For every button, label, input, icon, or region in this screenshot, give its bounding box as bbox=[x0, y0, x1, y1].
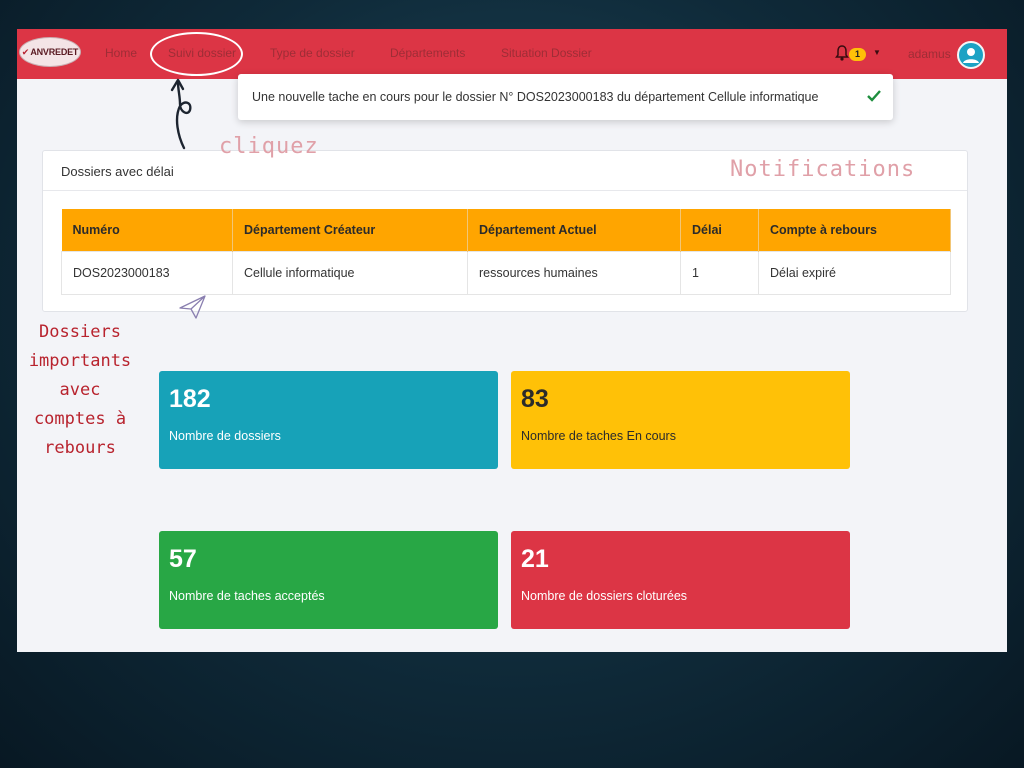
stat-value: 83 bbox=[521, 385, 549, 413]
paper-plane-icon bbox=[179, 295, 206, 319]
column-header-delai[interactable]: Délai bbox=[680, 209, 759, 251]
cell-departement-createur: Cellule informatique bbox=[232, 250, 468, 295]
stat-label: Nombre de taches En cours bbox=[521, 429, 676, 443]
stat-value: 182 bbox=[169, 385, 211, 413]
notification-toast[interactable]: Une nouvelle tache en cours pour le doss… bbox=[238, 74, 893, 120]
caret-down-icon[interactable]: ▼ bbox=[873, 48, 881, 57]
cell-numero: DOS2023000183 bbox=[61, 250, 233, 295]
stat-label: Nombre de dossiers bbox=[169, 429, 281, 443]
column-header-departement-createur[interactable]: Département Créateur bbox=[232, 209, 468, 251]
app-screen: ✔ ANVREDET Home Suivi dossier Type de do… bbox=[17, 29, 1007, 652]
stat-value: 21 bbox=[521, 545, 549, 573]
column-header-departement-actuel[interactable]: Département Actuel bbox=[467, 209, 681, 251]
stat-tile-taches-acceptes[interactable]: 57 Nombre de taches acceptés bbox=[159, 531, 498, 629]
notification-message: Une nouvelle tache en cours pour le doss… bbox=[252, 90, 819, 104]
nav-link-type-de-dossier[interactable]: Type de dossier bbox=[270, 46, 355, 60]
column-header-numero[interactable]: Numéro bbox=[61, 209, 233, 251]
hand-drawn-arrow-icon bbox=[170, 78, 192, 150]
highlight-ellipse bbox=[150, 32, 243, 76]
table-row[interactable]: DOS2023000183 Cellule informatique resso… bbox=[61, 250, 951, 295]
stat-label: Nombre de dossiers cloturées bbox=[521, 589, 688, 603]
user-icon bbox=[963, 48, 979, 63]
annotation-cliquez: cliquez bbox=[219, 134, 319, 159]
annotation-notifications: Notifications bbox=[730, 157, 916, 182]
cell-delai: 1 bbox=[680, 250, 759, 295]
bell-icon[interactable] bbox=[835, 45, 849, 61]
column-header-compte-a-rebours[interactable]: Compte à rebours bbox=[758, 209, 951, 251]
annotation-line: Dossiers bbox=[39, 322, 121, 342]
stat-tile-dossiers-clotures[interactable]: 21 Nombre de dossiers cloturées bbox=[511, 531, 850, 629]
annotation-line: importants bbox=[28, 351, 132, 371]
annotation-line: avec bbox=[59, 380, 101, 400]
nav-link-situation-dossier[interactable]: Situation Dossier bbox=[501, 46, 592, 60]
check-icon[interactable] bbox=[867, 90, 881, 102]
stat-tile-taches-en-cours[interactable]: 83 Nombre de taches En cours bbox=[511, 371, 850, 469]
annotation-line: rebours bbox=[44, 438, 116, 458]
username-label[interactable]: adamus bbox=[908, 47, 951, 61]
annotation-line: comptes à bbox=[33, 409, 127, 429]
card-title: Dossiers avec délai bbox=[61, 164, 174, 179]
logo-mark-icon: ✔ bbox=[21, 46, 30, 57]
nav-link-departements[interactable]: Départements bbox=[390, 46, 465, 60]
cell-compte-a-rebours: Délai expiré bbox=[758, 250, 951, 295]
stat-tile-dossiers[interactable]: 182 Nombre de dossiers bbox=[159, 371, 498, 469]
table-header-row: Numéro Département Créateur Département … bbox=[61, 209, 951, 251]
stat-value: 57 bbox=[169, 545, 197, 573]
stat-label: Nombre de taches acceptés bbox=[169, 589, 325, 603]
cell-departement-actuel: ressources humaines bbox=[467, 250, 681, 295]
nav-link-home[interactable]: Home bbox=[105, 46, 137, 60]
logo-text: ANVREDET bbox=[30, 47, 79, 57]
notification-count-badge: 1 bbox=[849, 48, 866, 61]
dossiers-table: Numéro Département Créateur Département … bbox=[61, 209, 951, 295]
user-avatar[interactable] bbox=[957, 41, 985, 69]
annotation-dossiers-importants: Dossiers importants avec comptes à rebou… bbox=[20, 318, 140, 463]
app-logo[interactable]: ✔ ANVREDET bbox=[19, 37, 81, 67]
